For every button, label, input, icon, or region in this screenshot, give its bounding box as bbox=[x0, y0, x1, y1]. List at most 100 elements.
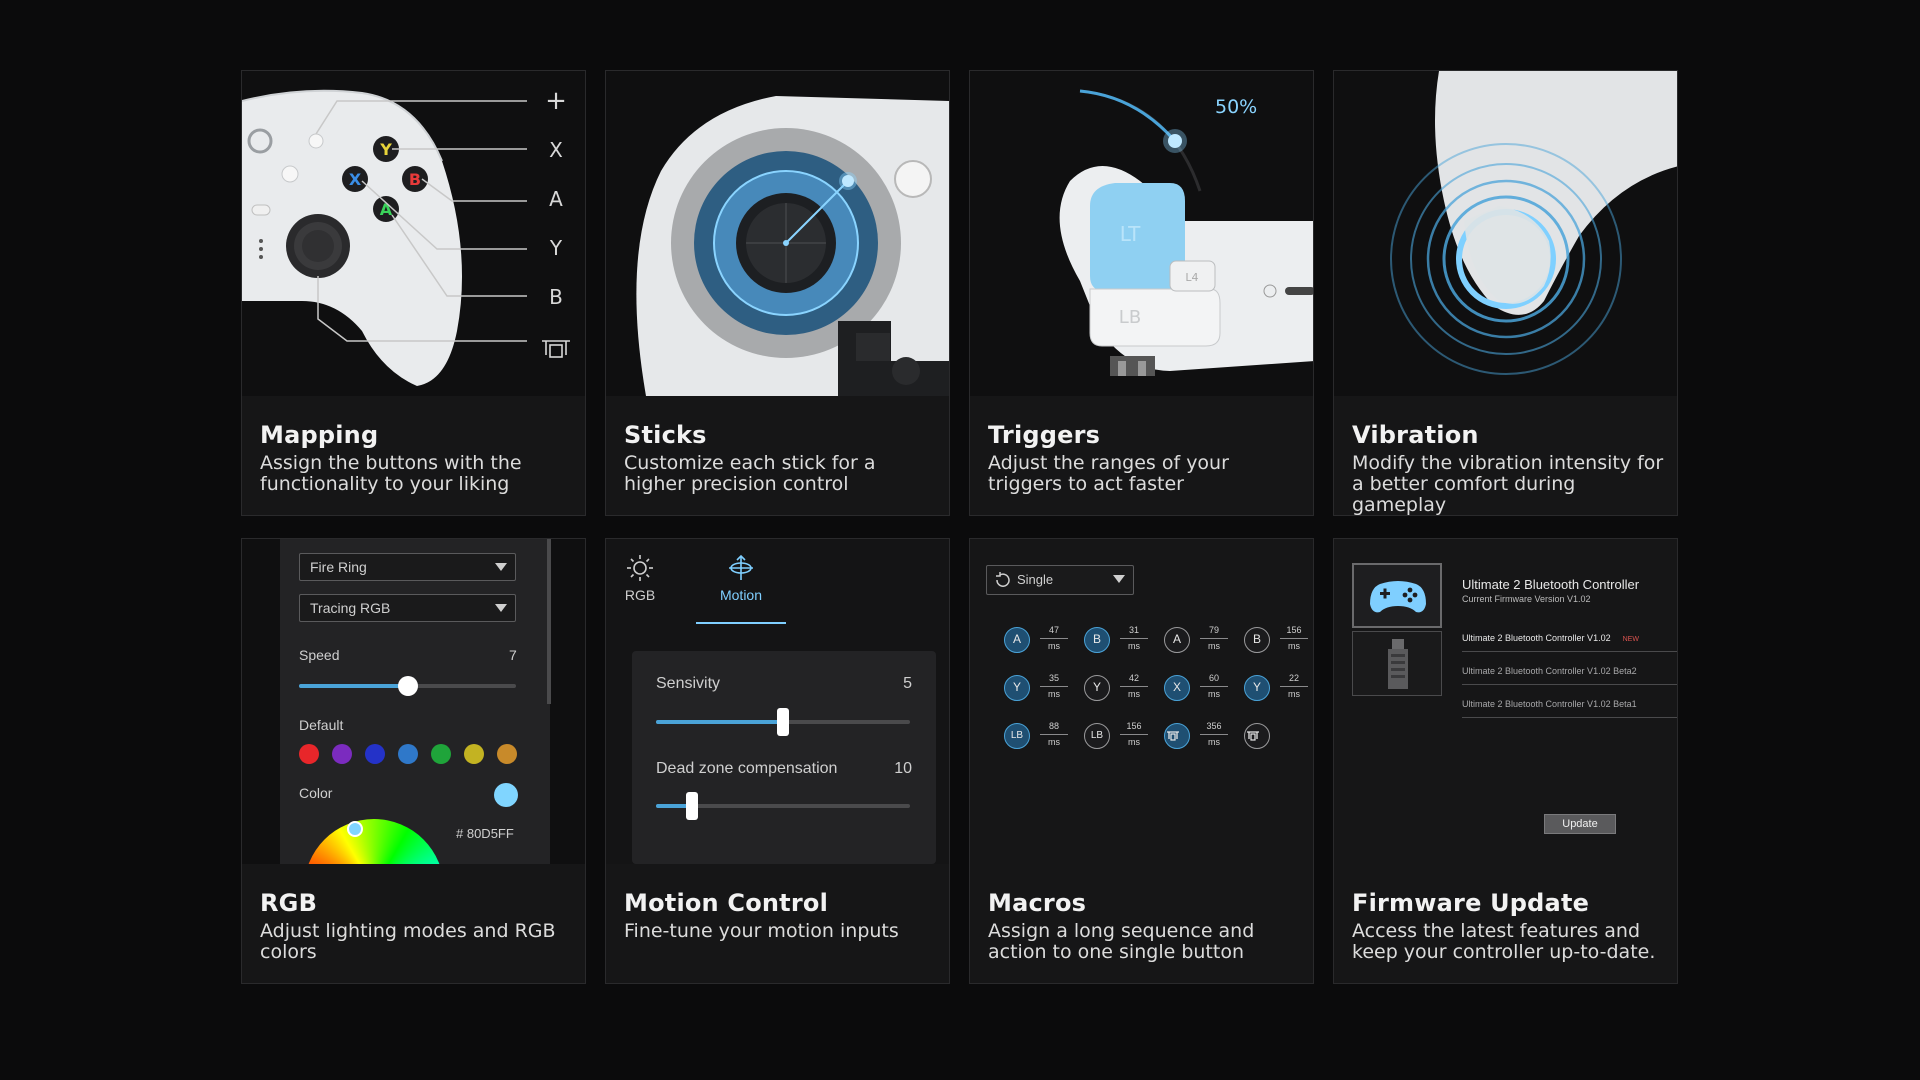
deadzone-value: 10 bbox=[894, 760, 912, 777]
speed-slider-handle[interactable] bbox=[397, 676, 418, 696]
speed-slider-fill bbox=[299, 684, 408, 688]
macro-delay-unit: ms bbox=[1128, 641, 1140, 651]
sensitivity-slider-handle[interactable] bbox=[777, 708, 789, 736]
macro-button-badge[interactable] bbox=[1164, 723, 1190, 749]
tab-rgb[interactable]: RGB bbox=[620, 553, 660, 603]
color-hex-value: # 80D5FF bbox=[456, 826, 514, 841]
firmware-version-item[interactable]: Ultimate 2 Bluetooth Controller V1.02 Be… bbox=[1462, 652, 1677, 685]
color-swatch[interactable] bbox=[464, 744, 484, 764]
color-swatch[interactable] bbox=[398, 744, 418, 764]
motion-title: Motion Control bbox=[624, 889, 829, 917]
macro-delay-unit: ms bbox=[1128, 689, 1140, 699]
mapping-title: Mapping bbox=[260, 421, 379, 449]
firmware-card[interactable]: Ultimate 2 Bluetooth Controller Current … bbox=[1333, 538, 1678, 984]
vibration-card[interactable]: Vibration Modify the vibration intensity… bbox=[1333, 70, 1678, 516]
l4-label: L4 bbox=[1185, 271, 1198, 284]
macro-delay: 156 ms bbox=[1120, 721, 1148, 748]
macro-button-badge[interactable]: X bbox=[1164, 675, 1190, 701]
macro-button-badge[interactable]: Y bbox=[1004, 675, 1030, 701]
color-label: Color bbox=[299, 785, 333, 801]
macro-button-badge[interactable]: Y bbox=[1244, 675, 1270, 701]
update-button[interactable]: Update bbox=[1544, 814, 1616, 834]
vibration-description: Modify the vibration intensity for a bet… bbox=[1352, 452, 1664, 516]
svg-text:X: X bbox=[349, 170, 362, 189]
color-swatch[interactable] bbox=[299, 744, 319, 764]
motion-description: Fine-tune your motion inputs bbox=[624, 920, 899, 942]
macro-delay-value: 47 bbox=[1040, 625, 1068, 639]
macros-description: Assign a long sequence and action to one… bbox=[988, 920, 1255, 963]
rgb-title: RGB bbox=[260, 889, 318, 917]
mapping-label-b: B bbox=[549, 285, 563, 309]
macro-delay-value: 35 bbox=[1040, 673, 1068, 687]
firmware-version-item[interactable]: Ultimate 2 Bluetooth Controller V1.02 NEW bbox=[1462, 619, 1677, 652]
triggers-illustration: 50% LT LB L4 bbox=[970, 71, 1313, 396]
motion-settings-panel: Sensivity 5 Dead zone compensation 10 bbox=[632, 651, 936, 864]
tab-motion[interactable]: Motion bbox=[696, 553, 786, 603]
mapping-label-plus: + bbox=[545, 86, 567, 116]
color-swatch[interactable] bbox=[431, 744, 451, 764]
macro-delay: 47 ms bbox=[1040, 625, 1068, 652]
macro-delay: 60 ms bbox=[1200, 673, 1228, 700]
firmware-version-item[interactable]: Ultimate 2 Bluetooth Controller V1.02 Be… bbox=[1462, 685, 1677, 718]
macros-panel: Single A 47 ms B 31 ms A 79 ms B 156 ms Y 35 ms Y 42 ms X 6… bbox=[970, 539, 1313, 864]
device-name: Ultimate 2 Bluetooth Controller bbox=[1462, 577, 1640, 592]
device-tile-dongle[interactable] bbox=[1352, 631, 1442, 696]
mapping-card[interactable]: Y X B A + X A Y B Mapping Assign the but… bbox=[241, 70, 586, 516]
macro-delay-value: 79 bbox=[1200, 625, 1228, 639]
macros-card[interactable]: Single A 47 ms B 31 ms A 79 ms B 156 ms Y 35 ms Y 42 ms X 6… bbox=[969, 538, 1314, 984]
sticks-title: Sticks bbox=[624, 421, 707, 449]
macro-delay: 79 ms bbox=[1200, 625, 1228, 652]
macro-button-badge[interactable]: B bbox=[1084, 627, 1110, 653]
color-swatch[interactable] bbox=[497, 744, 517, 764]
chevron-down-icon bbox=[495, 604, 507, 612]
macro-button-badge[interactable]: A bbox=[1004, 627, 1030, 653]
macro-button-badge[interactable]: LB bbox=[1084, 723, 1110, 749]
macro-delay-unit: ms bbox=[1128, 737, 1140, 747]
sticks-description: Customize each stick for a higher precis… bbox=[624, 452, 876, 495]
motion-panel: RGB Motion Sensivity 5 Dead zone compens… bbox=[606, 539, 949, 864]
macro-button-badge[interactable]: A bbox=[1164, 627, 1190, 653]
motion-card[interactable]: RGB Motion Sensivity 5 Dead zone compens… bbox=[605, 538, 950, 984]
device-tile-controller[interactable] bbox=[1352, 563, 1442, 628]
macro-delay-value: 156 bbox=[1280, 625, 1308, 639]
macro-delay: 356 ms bbox=[1200, 721, 1228, 748]
svg-text:B: B bbox=[409, 170, 421, 189]
macro-delay-unit: ms bbox=[1048, 641, 1060, 651]
color-swatch[interactable] bbox=[332, 744, 352, 764]
color-swatch[interactable] bbox=[365, 744, 385, 764]
macro-button-badge[interactable]: LB bbox=[1004, 723, 1030, 749]
firmware-panel: Ultimate 2 Bluetooth Controller Current … bbox=[1334, 539, 1677, 864]
rt-trigger-icon bbox=[1247, 731, 1259, 741]
current-firmware-version: Current Firmware Version V1.02 bbox=[1462, 594, 1591, 604]
firmware-version-name: Ultimate 2 Bluetooth Controller V1.02 bbox=[1462, 633, 1611, 643]
macro-delay-value: 31 bbox=[1120, 625, 1148, 639]
macro-delay-unit: ms bbox=[1208, 689, 1220, 699]
tab-motion-label: Motion bbox=[719, 587, 763, 603]
macro-delay: 88 ms bbox=[1040, 721, 1068, 748]
sticks-card[interactable]: Sticks Customize each stick for a higher… bbox=[605, 70, 950, 516]
tab-rgb-label: RGB bbox=[624, 587, 656, 603]
scrollbar[interactable] bbox=[547, 539, 551, 704]
rt-trigger-icon bbox=[1167, 731, 1179, 741]
macro-mode-select[interactable]: Single bbox=[986, 565, 1134, 595]
color-wheel-handle[interactable] bbox=[347, 821, 363, 837]
lighting-mode-select[interactable]: Fire Ring bbox=[299, 553, 516, 581]
deadzone-label: Dead zone compensation bbox=[656, 760, 838, 777]
selected-color-swatch[interactable] bbox=[494, 783, 518, 807]
macro-delay: 156 ms bbox=[1280, 625, 1308, 652]
macro-delay-unit: ms bbox=[1288, 641, 1300, 651]
macro-button-badge[interactable]: B bbox=[1244, 627, 1270, 653]
sensitivity-value: 5 bbox=[903, 675, 912, 692]
triggers-card[interactable]: 50% LT LB L4 Triggers Adjust the ranges … bbox=[969, 70, 1314, 516]
macro-button-badge[interactable] bbox=[1244, 723, 1270, 749]
macro-delay: 35 ms bbox=[1040, 673, 1068, 700]
deadzone-slider-handle[interactable] bbox=[685, 792, 698, 820]
rgb-description: Adjust lighting modes and RGB colors bbox=[260, 920, 556, 963]
macro-button-badge[interactable]: Y bbox=[1084, 675, 1110, 701]
macros-title: Macros bbox=[988, 889, 1087, 917]
rgb-card[interactable]: Fire Ring Tracing RGB Speed 7 Default Co… bbox=[241, 538, 586, 984]
sensitivity-label: Sensivity bbox=[656, 675, 721, 692]
default-label: Default bbox=[299, 717, 344, 733]
macro-delay-unit: ms bbox=[1208, 641, 1220, 651]
lighting-effect-select[interactable]: Tracing RGB bbox=[299, 594, 516, 622]
